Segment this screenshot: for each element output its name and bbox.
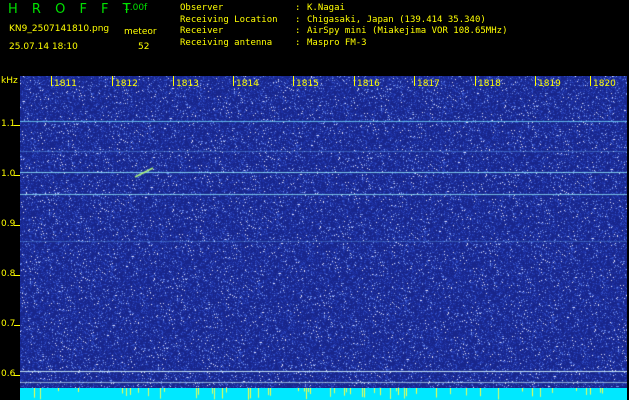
info-key: Receiving antenna xyxy=(180,37,273,48)
info-value: K.Nagai xyxy=(307,3,345,13)
info-value: AirSpy mini (Miakejima VOR 108.65MHz) xyxy=(307,26,508,36)
info-value: Maspro FM-3 xyxy=(307,37,367,48)
y-tick-label: 0.7 xyxy=(1,319,16,329)
y-tick-mark xyxy=(14,325,20,326)
station-info: Observer: K.Nagai Receiving Location: Chig… xyxy=(180,3,507,49)
y-tick-mark xyxy=(14,225,20,226)
bottom-strip xyxy=(20,388,627,400)
info-sep: : xyxy=(295,14,301,25)
x-tick-label: 1812 xyxy=(115,79,138,89)
x-tick-label: 1811 xyxy=(54,79,77,89)
y-tick-label: 0.6 xyxy=(1,369,16,379)
spectrogram xyxy=(20,76,627,388)
x-tick-label: 1818 xyxy=(478,79,501,89)
y-tick-label: 0.8 xyxy=(1,269,16,279)
version-label: 1.00f xyxy=(124,3,148,13)
x-tick-mark xyxy=(414,76,415,86)
x-tick-mark xyxy=(112,76,113,86)
spectrogram-canvas xyxy=(20,76,627,388)
info-row: Receiving antenna: Maspro FM-3 xyxy=(180,38,507,50)
x-tick-mark xyxy=(590,76,591,86)
info-sep: : xyxy=(295,3,301,13)
y-tick-mark xyxy=(14,275,20,276)
y-unit-label: kHz xyxy=(1,76,18,86)
info-row: Receiving Location: Chigasaki, Japan (139… xyxy=(180,15,507,27)
x-tick-mark xyxy=(535,76,536,86)
y-tick-mark xyxy=(14,125,20,126)
meteor-label: meteor xyxy=(124,27,157,37)
x-tick-mark xyxy=(293,76,294,86)
header: H R O F F T 1.00f KN9_2507141810.png met… xyxy=(0,0,629,74)
x-tick-mark xyxy=(173,76,174,86)
x-tick-label: 1819 xyxy=(538,79,561,89)
y-tick-label: 1.0 xyxy=(1,169,16,179)
info-row: Observer: K.Nagai xyxy=(180,3,507,15)
y-tick-label: 0.9 xyxy=(1,219,16,229)
meteor-count: 52 xyxy=(138,42,150,52)
y-tick-mark xyxy=(14,175,20,176)
info-value: Chigasaki, Japan (139.414 35.340) xyxy=(307,14,486,25)
y-tick-mark xyxy=(14,375,20,376)
x-tick-label: 1815 xyxy=(296,79,319,89)
info-sep: : xyxy=(295,37,301,48)
datetime-label: 25.07.14 18:10 xyxy=(9,42,78,52)
x-tick-mark xyxy=(354,76,355,86)
x-tick-label: 1814 xyxy=(236,79,259,89)
x-tick-mark xyxy=(233,76,234,86)
y-tick-label: 1.1 xyxy=(1,119,16,129)
x-tick-mark xyxy=(475,76,476,86)
x-tick-label: 1816 xyxy=(357,79,380,89)
info-key: Receiving Location xyxy=(180,14,278,25)
info-key: Observer xyxy=(180,3,224,13)
x-tick-label: 1813 xyxy=(176,79,199,89)
info-row: Receiver: AirSpy mini (Miakejima VOR 108.… xyxy=(180,26,507,38)
info-key: Receiver xyxy=(180,26,224,36)
x-tick-label: 1820 xyxy=(593,79,616,89)
app-title: H R O F F T xyxy=(8,2,136,17)
info-sep: : xyxy=(295,26,301,36)
filename-label: KN9_2507141810.png xyxy=(9,24,110,34)
x-tick-label: 1817 xyxy=(417,79,440,89)
x-tick-mark xyxy=(51,76,52,86)
bottom-strip-canvas xyxy=(20,388,627,400)
